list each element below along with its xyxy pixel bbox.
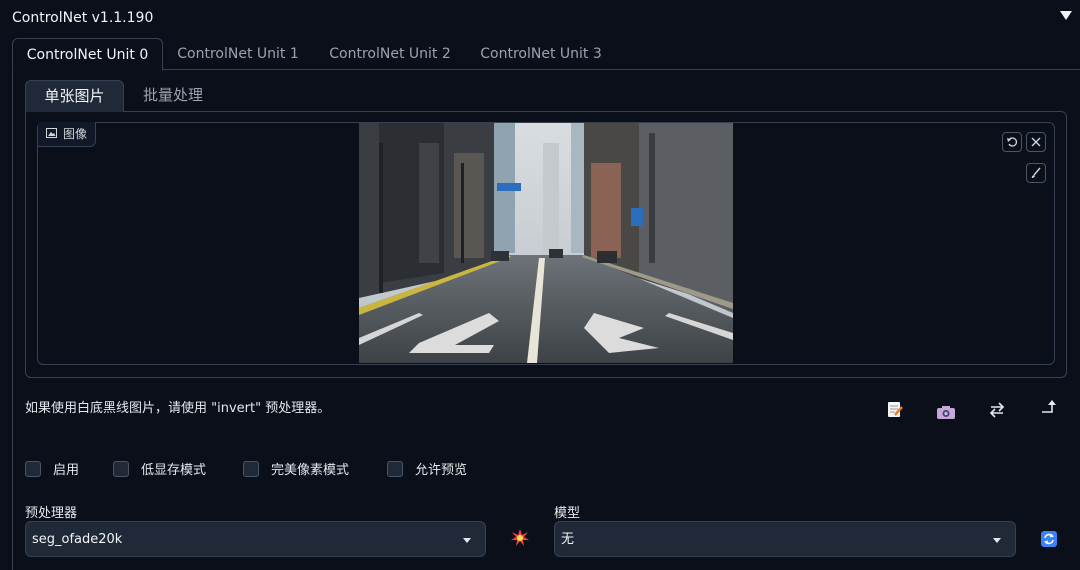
chevron-down-icon: [993, 538, 1001, 543]
image-label: 图像: [38, 122, 97, 147]
chevron-down-icon: [463, 538, 471, 543]
checkbox-low-vram[interactable]: 低显存模式: [113, 459, 206, 478]
camera-icon[interactable]: [935, 401, 957, 423]
send-up-icon[interactable]: [1038, 397, 1060, 419]
checkbox-label: 允许预览: [415, 463, 468, 478]
checkbox-box[interactable]: [113, 460, 129, 477]
undo-icon[interactable]: [1002, 132, 1022, 152]
image-label-text: 图像: [63, 127, 88, 141]
checkbox-enable[interactable]: 启用: [25, 459, 79, 478]
tab-single-image[interactable]: 单张图片: [25, 80, 124, 112]
preprocessor-label: 预处理器: [25, 506, 78, 521]
brush-icon[interactable]: [1026, 163, 1046, 183]
street-photo: [359, 123, 733, 363]
panel-title: ControlNet v1.1.190: [12, 10, 154, 26]
tab-unit-1[interactable]: ControlNet Unit 1: [168, 38, 308, 70]
invert-hint: 如果使用白底黑线图片，请使用 "invert" 预处理器。: [25, 401, 331, 416]
checkbox-label: 低显存模式: [141, 463, 207, 478]
preprocessor-value: seg_ofade20k: [32, 532, 123, 547]
checkbox-pixel-perfect[interactable]: 完美像素模式: [243, 459, 349, 478]
tab-unit-0[interactable]: ControlNet Unit 0: [12, 38, 163, 71]
checkbox-box[interactable]: [387, 460, 403, 477]
swap-icon[interactable]: [986, 399, 1008, 421]
checkbox-box[interactable]: [243, 460, 259, 477]
refresh-models-icon[interactable]: [1038, 528, 1060, 550]
checkbox-label: 启用: [53, 463, 80, 478]
collapse-triangle-icon[interactable]: [1060, 11, 1072, 20]
close-icon[interactable]: [1026, 132, 1046, 152]
tab-unit-3[interactable]: ControlNet Unit 3: [471, 38, 611, 70]
checkbox-box[interactable]: [25, 460, 41, 477]
run-preprocessor-icon[interactable]: [509, 527, 531, 549]
image-icon: [46, 122, 57, 146]
checkbox-label: 完美像素模式: [271, 463, 350, 478]
preprocessor-select[interactable]: seg_ofade20k: [25, 521, 486, 557]
model-value: 无: [561, 532, 575, 547]
new-canvas-icon[interactable]: [884, 399, 906, 421]
checkbox-allow-preview[interactable]: 允许预览: [387, 459, 467, 478]
tab-unit-2[interactable]: ControlNet Unit 2: [320, 38, 460, 70]
model-select[interactable]: 无: [554, 521, 1016, 557]
model-label: 模型: [554, 506, 581, 521]
tab-batch[interactable]: 批量处理: [128, 80, 218, 111]
